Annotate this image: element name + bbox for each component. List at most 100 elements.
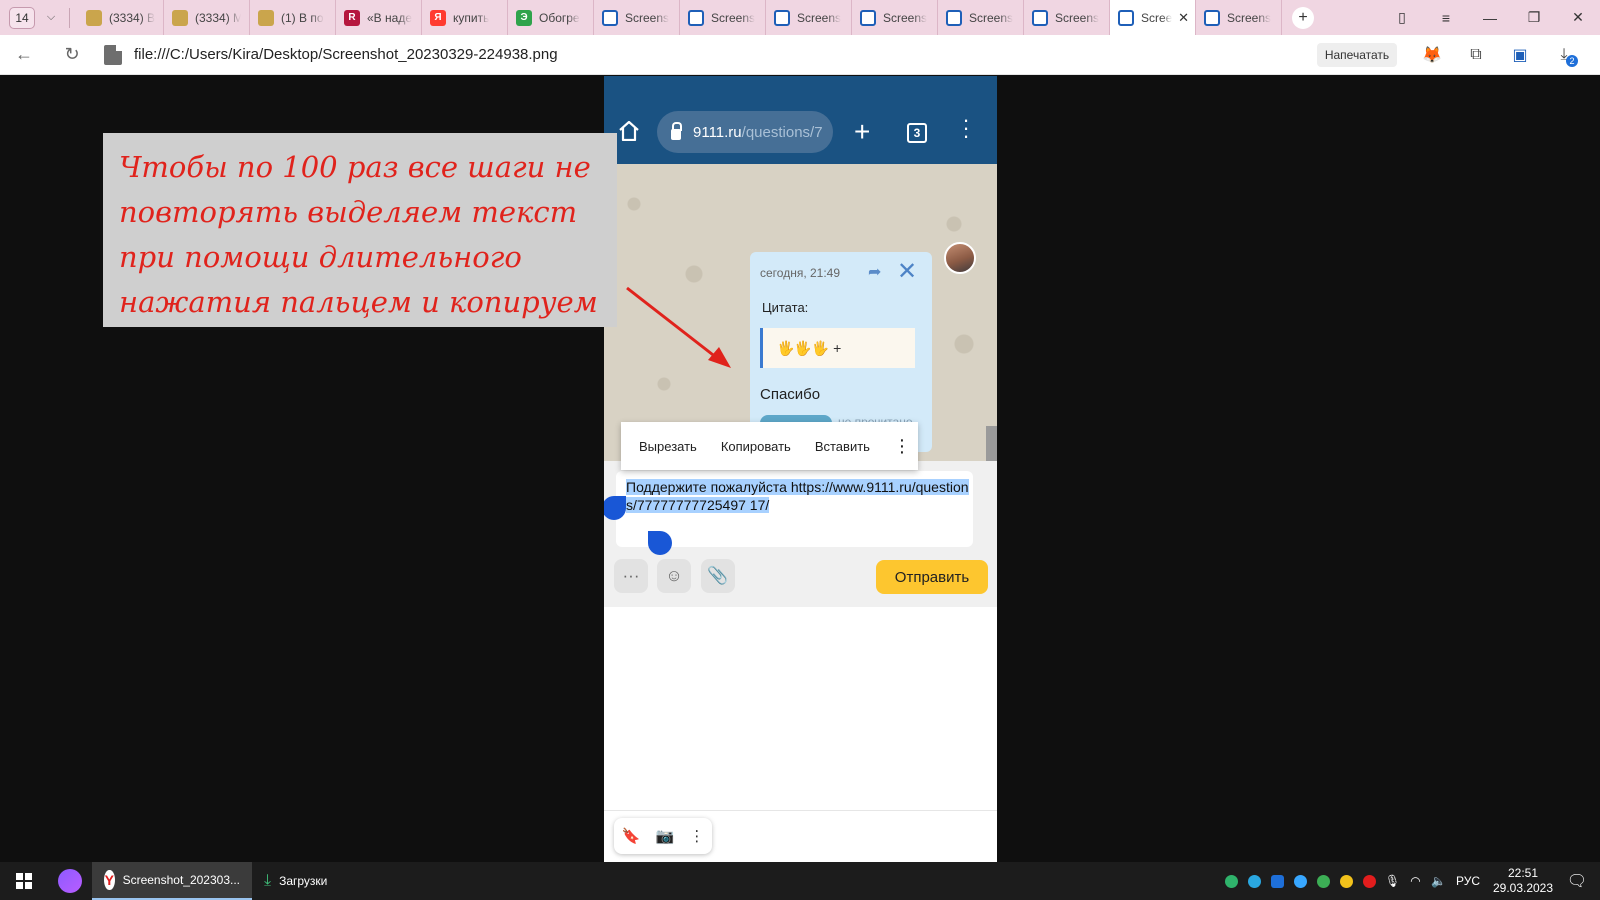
tab-active[interactable]: Scree ✕ (1110, 0, 1196, 35)
windows-taskbar: Y Screenshot_202303... ⤓ Загрузки 🎙 ◠ 🔈 … (0, 862, 1600, 900)
tab-title: Scree (1141, 10, 1173, 25)
tab[interactable]: (1) В по (250, 0, 336, 35)
tab[interactable]: Э Обогре (508, 0, 594, 35)
quote-label: Цитата: (762, 300, 809, 315)
message-input-area: Поддержите пожалуйста https://www.9111.r… (604, 461, 997, 607)
collections-icon[interactable]: ⧉ (1464, 43, 1488, 67)
screenshot-icon (1204, 9, 1220, 26)
downloads-badge: 2 (1566, 55, 1578, 67)
tab-title: купить (453, 10, 490, 25)
taskbar-app-label: Screenshot_202303... (122, 873, 240, 887)
yandex-tray-icon[interactable] (1358, 862, 1381, 900)
alice-assistant-icon[interactable] (48, 862, 92, 900)
minimize-button[interactable]: — (1468, 10, 1512, 26)
volume-icon[interactable]: 🔈 (1427, 862, 1450, 900)
bookmark-icon[interactable]: 🔖 (622, 827, 641, 845)
text-context-menu: Вырезать Копировать Вставить · · · (621, 422, 918, 470)
new-tab-button[interactable]: + (1292, 6, 1314, 29)
tab-title: (1) В по (281, 10, 324, 25)
tab[interactable]: (3334) М (164, 0, 250, 35)
mobile-bottom-toolbar: 🔖 📷 ⋮ (614, 818, 712, 854)
share-icon[interactable]: ➦ (868, 262, 881, 282)
close-window-button[interactable]: ✕ (1556, 9, 1600, 26)
selection-highlight: Поддержите пожалуйста https://www.9111.r… (626, 479, 969, 513)
system-tray: 🎙 ◠ 🔈 РУС 22:51 29.03.2023 🗨 (1220, 862, 1600, 900)
copy-menu-item[interactable]: Копировать (697, 439, 791, 454)
url-field[interactable]: file:///C:/Users/Kira/Desktop/Screenshot… (134, 46, 558, 63)
tab[interactable]: (3334) В (78, 0, 164, 35)
tab[interactable]: Screens (766, 0, 852, 35)
downloads-icon[interactable]: ⤓ 2 (1552, 43, 1578, 67)
more-icon[interactable]: ··· (614, 559, 648, 593)
tab[interactable]: Screens (1024, 0, 1110, 35)
microphone-icon[interactable]: 🎙 (1381, 862, 1404, 900)
lightning-icon[interactable] (1289, 862, 1312, 900)
toolbar-icons: 🦊 ⧉ ▣ ⤓ 2 (1420, 43, 1578, 67)
annotation-box: Чтобы по 100 раз все шаги не повторять в… (103, 133, 617, 327)
clock-time: 22:51 (1507, 866, 1539, 880)
vpn-icon[interactable] (1220, 862, 1243, 900)
clock[interactable]: 22:51 29.03.2023 (1492, 866, 1554, 896)
send-button[interactable]: Отправить (876, 560, 988, 594)
tab[interactable]: Screens (594, 0, 680, 35)
chevron-down-icon[interactable]: ⌵ (41, 11, 61, 24)
tab-title: (3334) В (109, 10, 155, 25)
close-icon[interactable]: ✕ (897, 257, 917, 286)
mobile-url-field[interactable]: 9111.ru/questions/7 (657, 111, 833, 153)
wifi-icon[interactable]: ◠ (1404, 862, 1427, 900)
tab[interactable]: Screens (1196, 0, 1282, 35)
language-indicator[interactable]: РУС (1456, 874, 1480, 888)
tab-title: Screens (625, 10, 670, 25)
tab[interactable]: Screens (938, 0, 1024, 35)
bookmarks-icon[interactable]: ▯ (1380, 9, 1424, 26)
taskbar-app-label: Загрузки (279, 874, 328, 888)
yellow-app-icon[interactable] (1335, 862, 1358, 900)
screenshot-extension-icon[interactable]: ▣ (1508, 43, 1532, 67)
tab-divider (69, 7, 70, 28)
start-button[interactable] (0, 862, 48, 900)
tab[interactable]: R «В наде (336, 0, 422, 35)
restore-button[interactable]: ❐ (1512, 9, 1556, 26)
print-button[interactable]: Напечатать (1317, 43, 1397, 67)
sync-icon[interactable] (1243, 862, 1266, 900)
tab-close-icon[interactable]: ✕ (1178, 10, 1189, 26)
emoji-icon[interactable]: ☺ (657, 559, 691, 593)
selected-text[interactable]: Поддержите пожалуйста https://www.9111.r… (626, 478, 971, 514)
reload-button[interactable]: ↻ (54, 44, 90, 65)
tab[interactable]: Якупить (422, 0, 508, 35)
back-button[interactable]: ← (6, 44, 42, 65)
divider (604, 810, 997, 811)
avatar[interactable] (944, 242, 976, 274)
toolbar-menu-icon[interactable]: ⋮ (689, 827, 704, 845)
camera-icon[interactable]: 📷 (655, 827, 674, 845)
taskbar-app-browser[interactable]: Y Screenshot_202303... (92, 862, 252, 900)
cut-menu-item[interactable]: Вырезать (621, 439, 697, 454)
plus-icon[interactable]: + (854, 116, 870, 148)
context-more-icon[interactable]: · · · (898, 430, 906, 462)
kebab-menu-icon[interactable]: · · · (962, 109, 970, 147)
notifications-icon[interactable]: 🗨 (1554, 871, 1600, 891)
scrollbar[interactable] (986, 426, 997, 461)
tab[interactable]: Screens (680, 0, 766, 35)
tab-counter[interactable]: 14 (9, 6, 35, 29)
menu-icon[interactable]: ≡ (1424, 10, 1468, 26)
metamask-fox-icon[interactable]: 🦊 (1420, 43, 1444, 67)
app-tray-icon[interactable] (1266, 862, 1289, 900)
annotation-text: Чтобы по 100 раз все шаги не повторять в… (119, 150, 598, 319)
selection-handle-end[interactable] (648, 531, 672, 555)
url-path: /questions/7 (741, 123, 823, 141)
yandex-icon: Я (430, 9, 446, 26)
green-logo-icon: Э (516, 9, 532, 26)
shield-icon (258, 9, 274, 26)
tab-title: Screens (797, 10, 842, 25)
screenshot-icon (688, 9, 704, 26)
taskbar-app-downloads[interactable]: ⤓ Загрузки (252, 862, 339, 900)
paperclip-icon[interactable]: 📎 (701, 559, 735, 593)
home-icon[interactable] (618, 121, 640, 141)
paste-menu-item[interactable]: Вставить (791, 439, 870, 454)
lock-icon (671, 121, 682, 140)
url-host: 9111.ru (693, 123, 742, 141)
tabs-count-button[interactable]: 3 (907, 123, 927, 143)
chrome-icon[interactable] (1312, 862, 1335, 900)
tab[interactable]: Screens (852, 0, 938, 35)
